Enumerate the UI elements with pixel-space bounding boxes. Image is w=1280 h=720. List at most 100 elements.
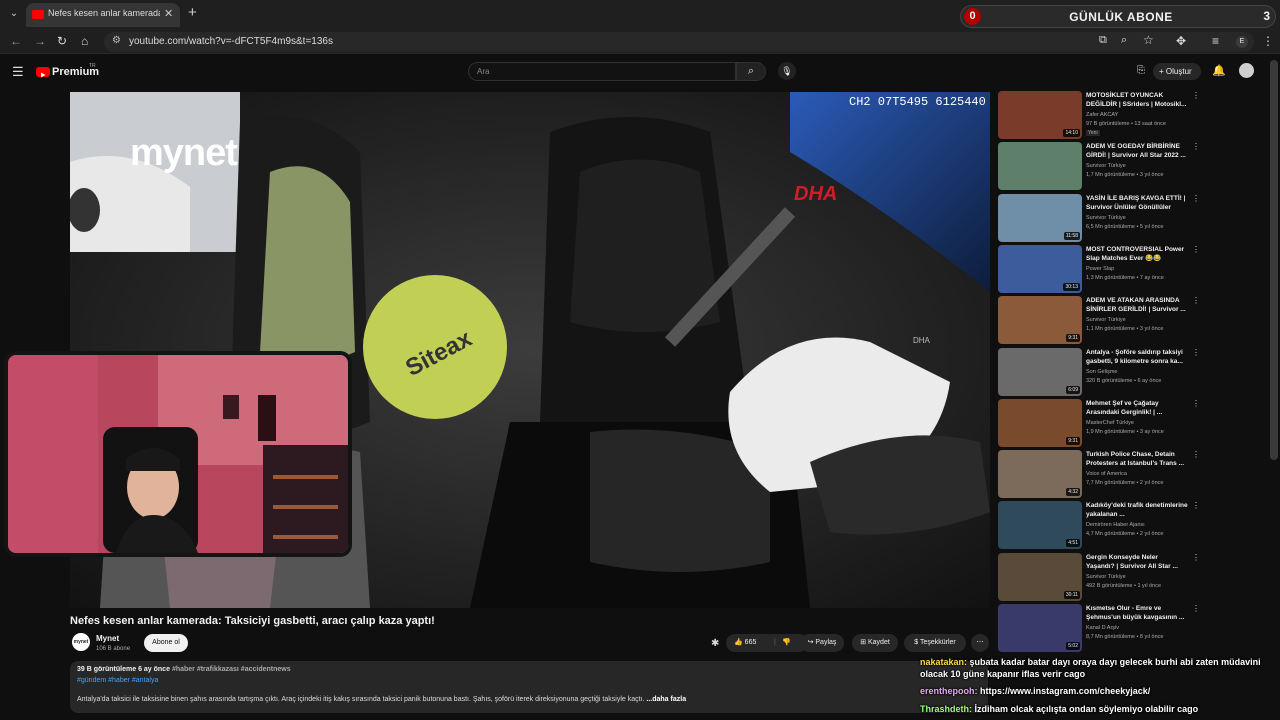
tab-close-icon[interactable]: ✕ <box>164 7 173 20</box>
tab-search-icon[interactable]: ≡ <box>1212 34 1219 48</box>
recommendation-thumbnail[interactable]: 14:10 <box>998 91 1082 139</box>
recommendation-channel[interactable]: Demirören Haber Ajansı <box>1086 522 1145 528</box>
recommendation-thumbnail[interactable] <box>998 142 1082 191</box>
more-options-icon[interactable]: ⋮ <box>1192 245 1200 254</box>
channel-name[interactable]: Mynet <box>96 634 119 643</box>
dislike-button[interactable]: 👎 <box>782 634 791 652</box>
recommendation-item[interactable]: 4:32 Turkish Police Chase, Detain Protest… <box>998 450 1203 500</box>
browser-tab[interactable]: Nefes kesen anlar kamerada: Ta ✕ <box>26 3 180 27</box>
recommendation-title[interactable]: Kısmetse Olur - Emre ve Şehmus'un büyük … <box>1086 604 1188 622</box>
recommendation-thumbnail[interactable]: 30:11 <box>998 552 1082 601</box>
description-hashtags[interactable]: #gündem #haber #antalya <box>77 677 158 684</box>
back-icon[interactable]: ← <box>10 34 22 48</box>
video-duration: 4:32 <box>1066 488 1080 497</box>
more-options-icon[interactable]: ⋮ <box>1192 142 1200 151</box>
more-options-icon[interactable]: ⋮ <box>1192 348 1200 357</box>
account-avatar[interactable] <box>1239 63 1254 78</box>
youtube-logo-icon[interactable] <box>36 67 50 78</box>
recommendation-channel[interactable]: Survivor Türkiye <box>1086 163 1126 169</box>
recommendation-channel[interactable]: Survivor Türkiye <box>1086 317 1126 323</box>
recommendation-title[interactable]: Turkish Police Chase, Detain Protesters … <box>1086 450 1188 468</box>
subscribe-button[interactable]: Abone ol <box>144 634 188 652</box>
browser-menu-icon[interactable]: ⋮ <box>1262 34 1274 48</box>
recommendation-channel[interactable]: Survivor Türkiye <box>1086 574 1126 580</box>
recommendation-channel[interactable]: MasterChef Türkiye <box>1086 420 1134 426</box>
share-button[interactable]: ↪ Paylaş <box>800 634 844 652</box>
recommendation-item[interactable]: 4:51 Kadıköy'deki trafik denetimlerine ya… <box>998 501 1203 551</box>
video-duration: 30:13 <box>1063 282 1080 291</box>
recommendation-title[interactable]: Gergin Konseyde Neler Yaşandı? | Survivo… <box>1086 553 1188 571</box>
recommendation-title[interactable]: Kadıköy'deki trafik denetimlerine yakala… <box>1086 501 1188 519</box>
recommendation-channel[interactable]: Power Slap <box>1086 266 1114 272</box>
search-button[interactable]: ⌕ <box>736 62 766 81</box>
new-tab-icon[interactable]: + <box>188 4 197 21</box>
voice-search-mic-icon[interactable]: 🎙 <box>778 62 796 80</box>
recommendation-item[interactable]: 9:31 ADEM VE ATAKAN ARASINDA SİNİRLER GER… <box>998 296 1203 346</box>
recommendation-channel[interactable]: Zafer AKCAY <box>1086 112 1118 118</box>
recommendation-thumbnail[interactable]: 30:13 <box>998 244 1082 293</box>
hamburger-menu-icon[interactable]: ☰ <box>12 64 24 80</box>
forward-icon[interactable]: → <box>34 34 46 48</box>
recommendation-item[interactable]: 30:11 Gergin Konseyde Neler Yaşandı? | Su… <box>998 552 1203 603</box>
recommendation-channel[interactable]: Son Gelişme <box>1086 369 1118 375</box>
recommendation-item[interactable]: 11:58 YASİN İLE BARIŞ KAVGA ETTİ! | Survi… <box>998 193 1203 244</box>
recommendation-thumbnail[interactable]: 4:51 <box>998 501 1082 550</box>
recommendation-channel[interactable]: Voice of America <box>1086 471 1127 477</box>
recommendation-title[interactable]: YASİN İLE BARIŞ KAVGA ETTİ! | Survivor Ü… <box>1086 194 1188 212</box>
recommendation-item[interactable]: 9:31 Mehmet Şef ve Çağatay Arasındaki Ger… <box>998 398 1203 449</box>
zoom-icon[interactable]: ⌕ <box>1121 34 1127 47</box>
more-options-icon[interactable]: ⋮ <box>1192 604 1200 613</box>
description-box[interactable]: 39 B görüntüleme 6 ay önce #haber #trafi… <box>70 661 988 713</box>
recommendation-thumbnail[interactable]: 5:02 <box>998 604 1082 652</box>
recommendation-channel[interactable]: Kanal D Arşiv <box>1086 625 1119 631</box>
recommendation-thumbnail[interactable]: 9:31 <box>998 296 1082 345</box>
recommendation-title[interactable]: Mehmet Şef ve Çağatay Arasındaki Gerginl… <box>1086 399 1188 417</box>
recommendation-meta: 8,7 Mn görüntüleme • 8 yıl önce <box>1086 634 1164 640</box>
more-options-icon[interactable]: ⋮ <box>1192 399 1200 408</box>
tab-search-chevron-icon[interactable]: ⌄ <box>6 6 22 22</box>
scrollbar[interactable] <box>1270 60 1278 460</box>
home-icon[interactable]: ⌂ <box>81 34 88 48</box>
recommendation-item[interactable]: 14:10 MOTOSİKLET OYUNCAK DEĞİLDİR | SSrid… <box>998 91 1203 141</box>
more-options-icon[interactable]: ⋮ <box>1192 553 1200 562</box>
recommendation-thumbnail[interactable]: 11:58 <box>998 193 1082 242</box>
more-options-icon[interactable]: ⋮ <box>1192 450 1200 459</box>
site-info-icon[interactable]: ⚙ <box>112 35 121 46</box>
channel-avatar[interactable]: mynet <box>72 633 90 651</box>
recommendation-title[interactable]: Antalya - Şoföre saldırıp taksiyi gasbet… <box>1086 348 1188 366</box>
recommendation-thumbnail[interactable]: 9:31 <box>998 398 1082 447</box>
more-options-icon[interactable]: ⋮ <box>1192 296 1200 305</box>
recommendation-thumbnail[interactable]: 4:32 <box>998 450 1082 499</box>
recommendation-item[interactable]: 30:13 MOST CONTROVERSIAL Power Slap Match… <box>998 244 1203 295</box>
recommendation-item[interactable]: 6:09 Antalya - Şoföre saldırıp taksiyi ga… <box>998 347 1203 398</box>
profile-avatar[interactable]: E <box>1236 36 1248 48</box>
create-button[interactable]: + Oluştur <box>1153 63 1201 80</box>
recommendation-channel[interactable]: Survivor Türkiye <box>1086 215 1126 221</box>
puzzle-extension-icon[interactable]: ✱ <box>711 638 719 649</box>
bookmark-star-icon[interactable]: ☆ <box>1143 33 1154 47</box>
install-icon[interactable]: ⧉ <box>1099 34 1107 47</box>
show-more-link[interactable]: ...daha fazla <box>646 696 686 703</box>
extensions-icon[interactable]: ✥ <box>1176 34 1186 48</box>
more-options-icon[interactable]: ⋮ <box>1192 194 1200 203</box>
like-button[interactable]: 👍 665 <box>734 634 756 652</box>
url-field[interactable]: ⚙ youtube.com/watch?v=-dFCT5F4m9s&t=136s… <box>104 32 1254 52</box>
search-input[interactable]: Ara <box>468 62 736 81</box>
notifications-bell-icon[interactable]: 🔔 <box>1212 64 1226 77</box>
recommendation-item[interactable]: ADEM VE OGEDAY BİRBİRİNE GİRDİ! | Surviv… <box>998 142 1203 192</box>
recommendation-title[interactable]: ADEM VE ATAKAN ARASINDA SİNİRLER GERİLDİ… <box>1086 296 1188 314</box>
cast-icon[interactable]: ⎘ <box>1137 65 1145 76</box>
thanks-button[interactable]: $ Teşekkürler <box>904 634 966 652</box>
recommendation-thumbnail[interactable]: 6:09 <box>998 347 1082 396</box>
recommendation-title[interactable]: MOTOSİKLET OYUNCAK DEĞİLDİR | SSriders |… <box>1086 91 1188 109</box>
more-options-icon[interactable]: ⋮ <box>1192 91 1200 100</box>
recommendation-meta: 1,1 Mn görüntüleme • 3 yıl önce <box>1086 326 1164 333</box>
more-actions-icon[interactable]: ⋯ <box>971 634 989 652</box>
reload-icon[interactable]: ↻ <box>57 34 67 48</box>
recommendation-title[interactable]: MOST CONTROVERSIAL Power Slap Matches Ev… <box>1086 245 1188 263</box>
more-options-icon[interactable]: ⋮ <box>1192 501 1200 510</box>
recommendation-title[interactable]: ADEM VE OGEDAY BİRBİRİNE GİRDİ! | Surviv… <box>1086 142 1188 160</box>
like-count: 665 <box>744 639 757 646</box>
recommendation-item[interactable]: 5:02 Kısmetse Olur - Emre ve Şehmus'un bü… <box>998 604 1203 654</box>
save-button[interactable]: ⊞ Kaydet <box>852 634 898 652</box>
